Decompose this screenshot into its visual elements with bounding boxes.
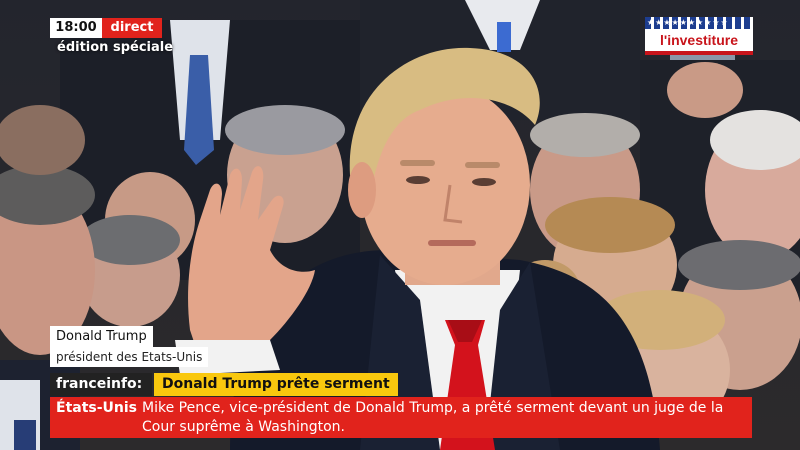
live-indicator: 18:00 direct [50, 18, 162, 38]
channel-logo: franceinfo: [50, 373, 152, 396]
person-name: Donald Trump [50, 326, 153, 347]
event-label: l'investiture [659, 32, 739, 48]
broadcast-frame: 18:00 direct édition spéciale ★★★★★★★★★★… [0, 0, 800, 450]
live-badge: direct [102, 18, 162, 38]
event-badge: ★★★★★★★★★★ l'investiture [645, 17, 753, 55]
star-icon: ★★★★★★★★★★ [647, 18, 729, 27]
ticker-text: Mike Pence, vice-président de Donald Tru… [142, 400, 724, 435]
headline: Donald Trump prête serment [154, 373, 398, 396]
program-title: édition spéciale [57, 40, 174, 55]
ticker-region: États-Unis [56, 400, 138, 416]
broadcast-clock: 18:00 [50, 18, 102, 38]
badge-underline [645, 51, 753, 55]
person-role: président des Etats-Unis [50, 347, 209, 367]
news-ticker: États-Unis Mike Pence, vice-président de… [50, 397, 752, 438]
